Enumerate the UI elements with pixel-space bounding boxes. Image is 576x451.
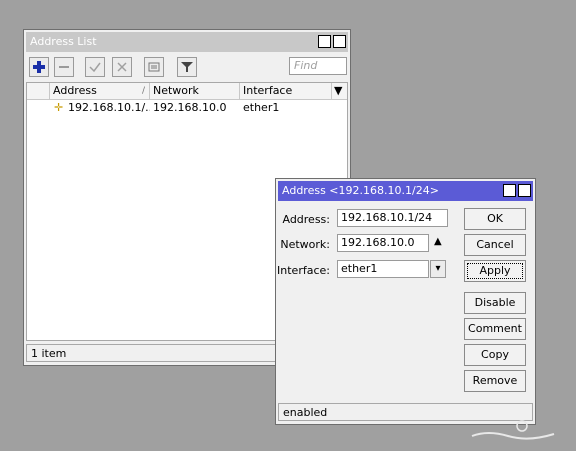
filter-icon — [181, 62, 193, 72]
find-input[interactable]: Find — [289, 57, 347, 75]
header-address[interactable]: Address / — [50, 83, 150, 99]
toolbar: Find — [26, 55, 348, 79]
close-button[interactable]: × — [518, 184, 531, 197]
ok-button[interactable]: OK — [464, 208, 526, 230]
address-field[interactable]: 192.168.10.1/24 — [337, 209, 448, 227]
interface-label: Interface: — [277, 264, 330, 277]
comment-button[interactable]: Comment — [464, 318, 526, 340]
item-count: 1 item — [31, 347, 67, 360]
apply-button[interactable]: Apply — [464, 260, 526, 282]
maximize-button[interactable]: □ — [503, 184, 516, 197]
add-button[interactable] — [29, 57, 49, 77]
address-icon: ✛ — [54, 101, 64, 114]
cell-interface: ether1 — [243, 101, 280, 114]
close-icon: × — [335, 36, 344, 47]
cell-address: 192.168.10.1/... — [68, 101, 150, 114]
plus-icon — [33, 61, 45, 73]
window-title: Address List — [30, 35, 97, 48]
status-text: enabled — [283, 406, 328, 419]
network-field[interactable]: 192.168.10.0 — [337, 234, 429, 252]
header-network-label: Network — [153, 84, 199, 97]
note-icon — [148, 62, 160, 72]
check-icon — [89, 62, 101, 73]
cancel-button[interactable]: Cancel — [464, 234, 526, 256]
table-row[interactable]: ✛ 192.168.10.1/... 192.168.10.0 ether1 — [27, 100, 347, 115]
header-interface[interactable]: Interface — [240, 83, 332, 99]
remove-button[interactable]: Remove — [464, 370, 526, 392]
header-spacer — [27, 83, 50, 99]
network-label: Network: — [280, 238, 330, 251]
disable-button[interactable]: Disable — [464, 292, 526, 314]
maximize-icon: □ — [319, 36, 330, 47]
maximize-button[interactable]: □ — [318, 35, 331, 48]
header-interface-label: Interface — [243, 84, 293, 97]
interface-dropdown-button[interactable]: ▾ — [430, 260, 446, 278]
cell-network: 192.168.10.0 — [153, 101, 227, 114]
address-label: Address: — [282, 213, 330, 226]
address-dialog: Address <192.168.10.1/24> □ × Address: 1… — [275, 178, 536, 425]
close-icon: × — [520, 185, 529, 196]
collapse-arrow-icon[interactable]: ▲ — [434, 236, 442, 247]
x-icon — [117, 62, 127, 72]
watermark-logo — [468, 420, 558, 450]
table-header: Address / Network Interface ▼ — [27, 83, 347, 100]
comment-button[interactable] — [144, 57, 164, 77]
filter-button[interactable] — [177, 57, 197, 77]
dialog-title: Address <192.168.10.1/24> — [282, 184, 439, 197]
close-button[interactable]: × — [333, 35, 346, 48]
dropdown-icon: ▾ — [435, 263, 441, 274]
address-list-titlebar[interactable]: Address List □ × — [26, 32, 348, 52]
address-dialog-titlebar[interactable]: Address <192.168.10.1/24> □ × — [278, 181, 533, 201]
disable-button[interactable] — [112, 57, 132, 77]
column-menu-button[interactable]: ▼ — [332, 83, 347, 99]
chevron-down-icon: ▼ — [334, 84, 343, 97]
maximize-icon: □ — [504, 185, 515, 196]
remove-button[interactable] — [54, 57, 74, 77]
header-network[interactable]: Network — [150, 83, 240, 99]
enable-button[interactable] — [85, 57, 105, 77]
watermark-icon — [471, 420, 555, 440]
interface-select[interactable]: ether1 — [337, 260, 429, 278]
header-address-label: Address — [53, 84, 97, 97]
copy-button[interactable]: Copy — [464, 344, 526, 366]
minus-icon — [59, 66, 69, 68]
sort-icon: / — [141, 86, 145, 96]
status-bar: enabled — [278, 403, 533, 421]
